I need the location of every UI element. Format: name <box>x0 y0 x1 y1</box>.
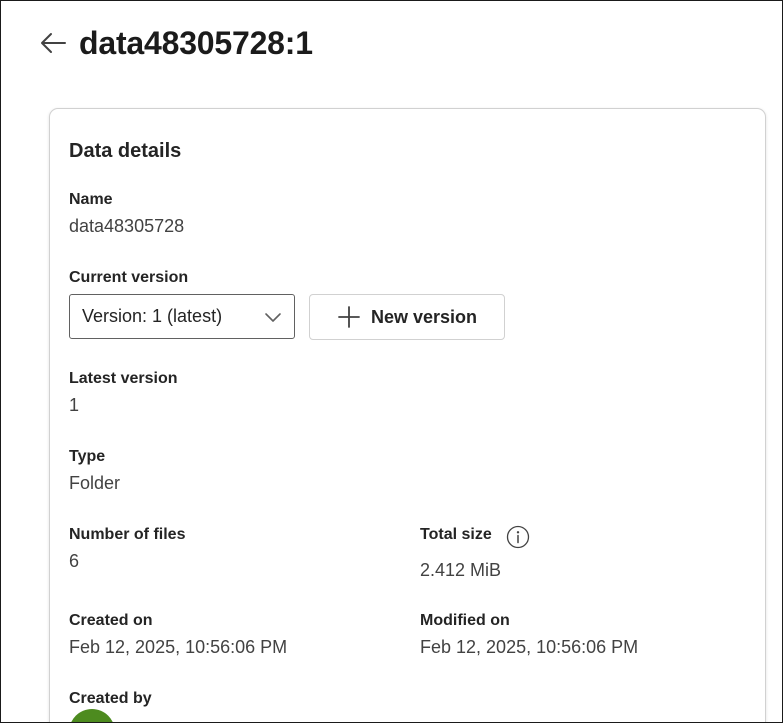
created-on-label: Created on <box>69 612 153 629</box>
new-version-label: New version <box>370 306 478 327</box>
app-window: data48305728:1 Data details Name data483… <box>0 0 783 723</box>
version-select[interactable]: Version: 1 (latest) <box>69 294 295 339</box>
total-size-label: Total size <box>420 526 492 543</box>
info-icon[interactable] <box>506 525 530 549</box>
total-size-value: 2.412 MiB <box>420 560 502 580</box>
chevron-down-icon <box>265 312 281 322</box>
back-button[interactable] <box>39 23 73 63</box>
new-version-button[interactable]: New version <box>309 294 505 340</box>
data-details-card: Data details Name data48305728 Current v… <box>49 108 766 722</box>
page-title: data48305728:1 <box>79 24 313 61</box>
number-of-files-value: 6 <box>69 551 80 571</box>
card-title: Data details <box>69 140 182 162</box>
modified-on-label: Modified on <box>420 612 510 629</box>
page-header: data48305728:1 <box>39 23 313 63</box>
latest-version-label: Latest version <box>69 370 178 387</box>
type-value: Folder <box>69 473 121 493</box>
arrow-left-icon <box>41 33 66 53</box>
latest-version-value: 1 <box>69 395 80 415</box>
name-value: data48305728 <box>69 216 185 236</box>
version-select-value: Version: 1 (latest) <box>82 306 223 326</box>
name-label: Name <box>69 191 113 208</box>
plus-icon <box>338 306 360 328</box>
avatar[interactable] <box>69 709 115 722</box>
number-of-files-label: Number of files <box>69 526 186 543</box>
modified-on-value: Feb 12, 2025, 10:56:06 PM <box>420 637 639 657</box>
created-on-value: Feb 12, 2025, 10:56:06 PM <box>69 637 288 657</box>
current-version-label: Current version <box>69 269 189 286</box>
created-by-label: Created by <box>69 690 152 707</box>
type-label: Type <box>69 448 106 465</box>
